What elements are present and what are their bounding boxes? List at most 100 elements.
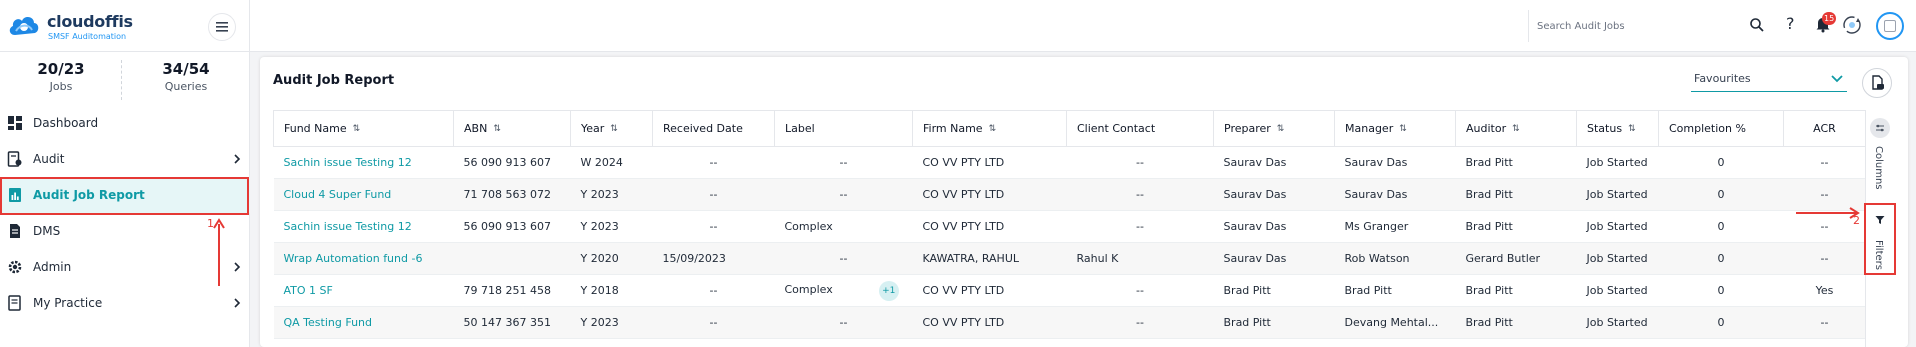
abn-cell: 50 147 367 351 [453,306,571,339]
chevron-right-icon [234,262,241,272]
app-logo[interactable]: cloudoffis SMSF Auditomation [7,9,137,43]
preparer-cell: Saurav Das [1213,146,1335,179]
menu-toggle-button[interactable] [208,13,236,41]
firm-name-cell: CO VV PTY LTD [912,306,1067,339]
jobs-count: 20/23 [37,60,85,78]
fund-name-link[interactable]: Wrap Automation fund -6 [273,242,454,275]
favourites-select[interactable]: Favourites [1691,68,1847,92]
completion-cell: 0 [1658,178,1784,211]
table-row[interactable]: Wrap Automation fund -6 Y 2020 15/09/202… [273,242,1866,275]
column-header-status[interactable]: Status ⇅ [1576,110,1659,147]
sort-icon[interactable]: ⇅ [989,124,997,134]
avatar[interactable] [1876,12,1904,40]
table-row[interactable]: QA Testing Fund 50 147 367 351 Y 2023 --… [273,306,1866,339]
search-input[interactable] [1537,16,1737,36]
column-header-firm-name[interactable]: Firm Name ⇅ [912,110,1067,147]
sort-icon[interactable]: ⇅ [353,124,361,134]
column-header-manager[interactable]: Manager ⇅ [1334,110,1456,147]
columns-button[interactable] [1870,118,1890,138]
jobs-label: Jobs [49,80,73,93]
divider [249,0,250,52]
column-header-year[interactable]: Year ⇅ [570,110,653,147]
received-date-cell: -- [652,306,775,339]
sort-icon[interactable]: ⇅ [1399,124,1407,134]
jobs-stat: 20/23 Jobs [6,60,116,93]
help-icon[interactable]: ? [1786,14,1795,33]
column-header-label[interactable]: Label [774,110,913,147]
sort-icon[interactable]: ⇅ [1277,124,1285,134]
client-contact-cell: -- [1066,146,1214,179]
filters-button[interactable] [1870,210,1890,230]
fund-name-link[interactable]: Sachin issue Testing 12 [273,146,454,179]
table-row[interactable]: ATO 1 SF 79 718 251 458 Y 2018 -- Comple… [273,274,1866,307]
fund-name-link[interactable]: ATO 1 SF [273,274,454,307]
fund-name-link[interactable]: Cloud 4 Super Fund [273,178,454,211]
column-header-label: Label [785,122,815,135]
acr-cell: -- [1783,242,1866,275]
sidebar-item-audit[interactable]: Audit [0,141,250,177]
column-header-label: Status [1587,122,1623,135]
acr-cell: -- [1783,306,1866,339]
sidebar: 20/23 Jobs 34/54 Queries Dashboard Audit… [0,52,250,347]
column-header-label: Fund Name [284,122,347,135]
status-cell: Job Started [1576,274,1659,307]
favourites-label: Favourites [1694,72,1751,85]
sort-icon[interactable]: ⇅ [493,124,501,134]
label-cell: Complex [774,210,913,243]
completion-cell: 0 [1658,306,1784,339]
client-contact-cell: -- [1066,306,1214,339]
sidebar-item-dashboard[interactable]: Dashboard [0,105,250,141]
sidebar-item-my-practice[interactable]: My Practice [0,285,250,321]
manager-cell: Brad Pitt [1334,274,1456,307]
client-contact-cell: -- [1066,178,1214,211]
column-header-abn[interactable]: ABN ⇅ [453,110,571,147]
auditor-cell: Brad Pitt [1455,210,1577,243]
sync-icon[interactable] [1841,14,1863,36]
fund-name-link[interactable]: QA Testing Fund [273,306,454,339]
columns-tab-label[interactable]: Columns [1873,146,1884,190]
status-cell: Job Started [1576,178,1659,211]
sort-icon[interactable]: ⇅ [1512,124,1520,134]
column-header-client-contact[interactable]: Client Contact [1066,110,1214,147]
chevron-down-icon [1831,75,1843,83]
column-header-fund-name[interactable]: Fund Name ⇅ [273,110,454,147]
column-header-auditor[interactable]: Auditor ⇅ [1455,110,1577,147]
abn-cell: 79 718 251 458 [453,274,571,307]
sidebar-item-label: Dashboard [33,116,99,130]
column-header-label: ACR [1813,122,1836,135]
table-row[interactable]: Sachin issue Testing 12 56 090 913 607 Y… [273,210,1866,243]
abn-cell [453,242,571,275]
column-header-label: Client Contact [1077,122,1156,135]
search-icon[interactable] [1749,17,1765,33]
column-header-acr[interactable]: ACR [1783,110,1866,147]
export-file-icon [1872,75,1884,90]
sidebar-item-label: Audit [33,152,65,166]
column-header-label: Preparer [1224,122,1271,135]
top-bar: cloudoffis SMSF Auditomation ? 15 [0,0,1916,52]
column-header-preparer[interactable]: Preparer ⇅ [1213,110,1335,147]
firm-name-cell: CO VV PTY LTD [912,210,1067,243]
more-labels-badge[interactable]: +1 [878,280,899,301]
label-cell: -- [774,146,913,179]
dashboard-icon [8,116,22,130]
year-cell: Y 2023 [570,210,653,243]
label-cell: -- [774,178,913,211]
table-row[interactable]: Sachin issue Testing 12 56 090 913 607 W… [273,146,1866,179]
report-icon [9,188,21,202]
filters-tab-label[interactable]: Filters [1873,240,1884,270]
table-row[interactable]: Cloud 4 Super Fund 71 708 563 072 Y 2023… [273,178,1866,211]
sidebar-item-audit-job-report[interactable]: Audit Job Report [0,177,250,213]
fund-name-link[interactable]: Sachin issue Testing 12 [273,210,454,243]
audit-job-table: Fund Name ⇅ ABN ⇅ Year ⇅ Received Date Labe… [273,110,1866,339]
sliders-icon [1876,124,1884,132]
sort-icon[interactable]: ⇅ [1628,124,1636,134]
auditor-cell: Brad Pitt [1455,274,1577,307]
sidebar-item-label: DMS [33,224,61,238]
table-body: Sachin issue Testing 12 56 090 913 607 W… [273,146,1866,339]
received-date-cell: -- [652,274,775,307]
sort-icon[interactable]: ⇅ [610,124,618,134]
column-header-completion[interactable]: Completion % [1658,110,1784,147]
status-cell: Job Started [1576,146,1659,179]
export-button[interactable] [1862,68,1892,98]
column-header-received-date[interactable]: Received Date [652,110,775,147]
